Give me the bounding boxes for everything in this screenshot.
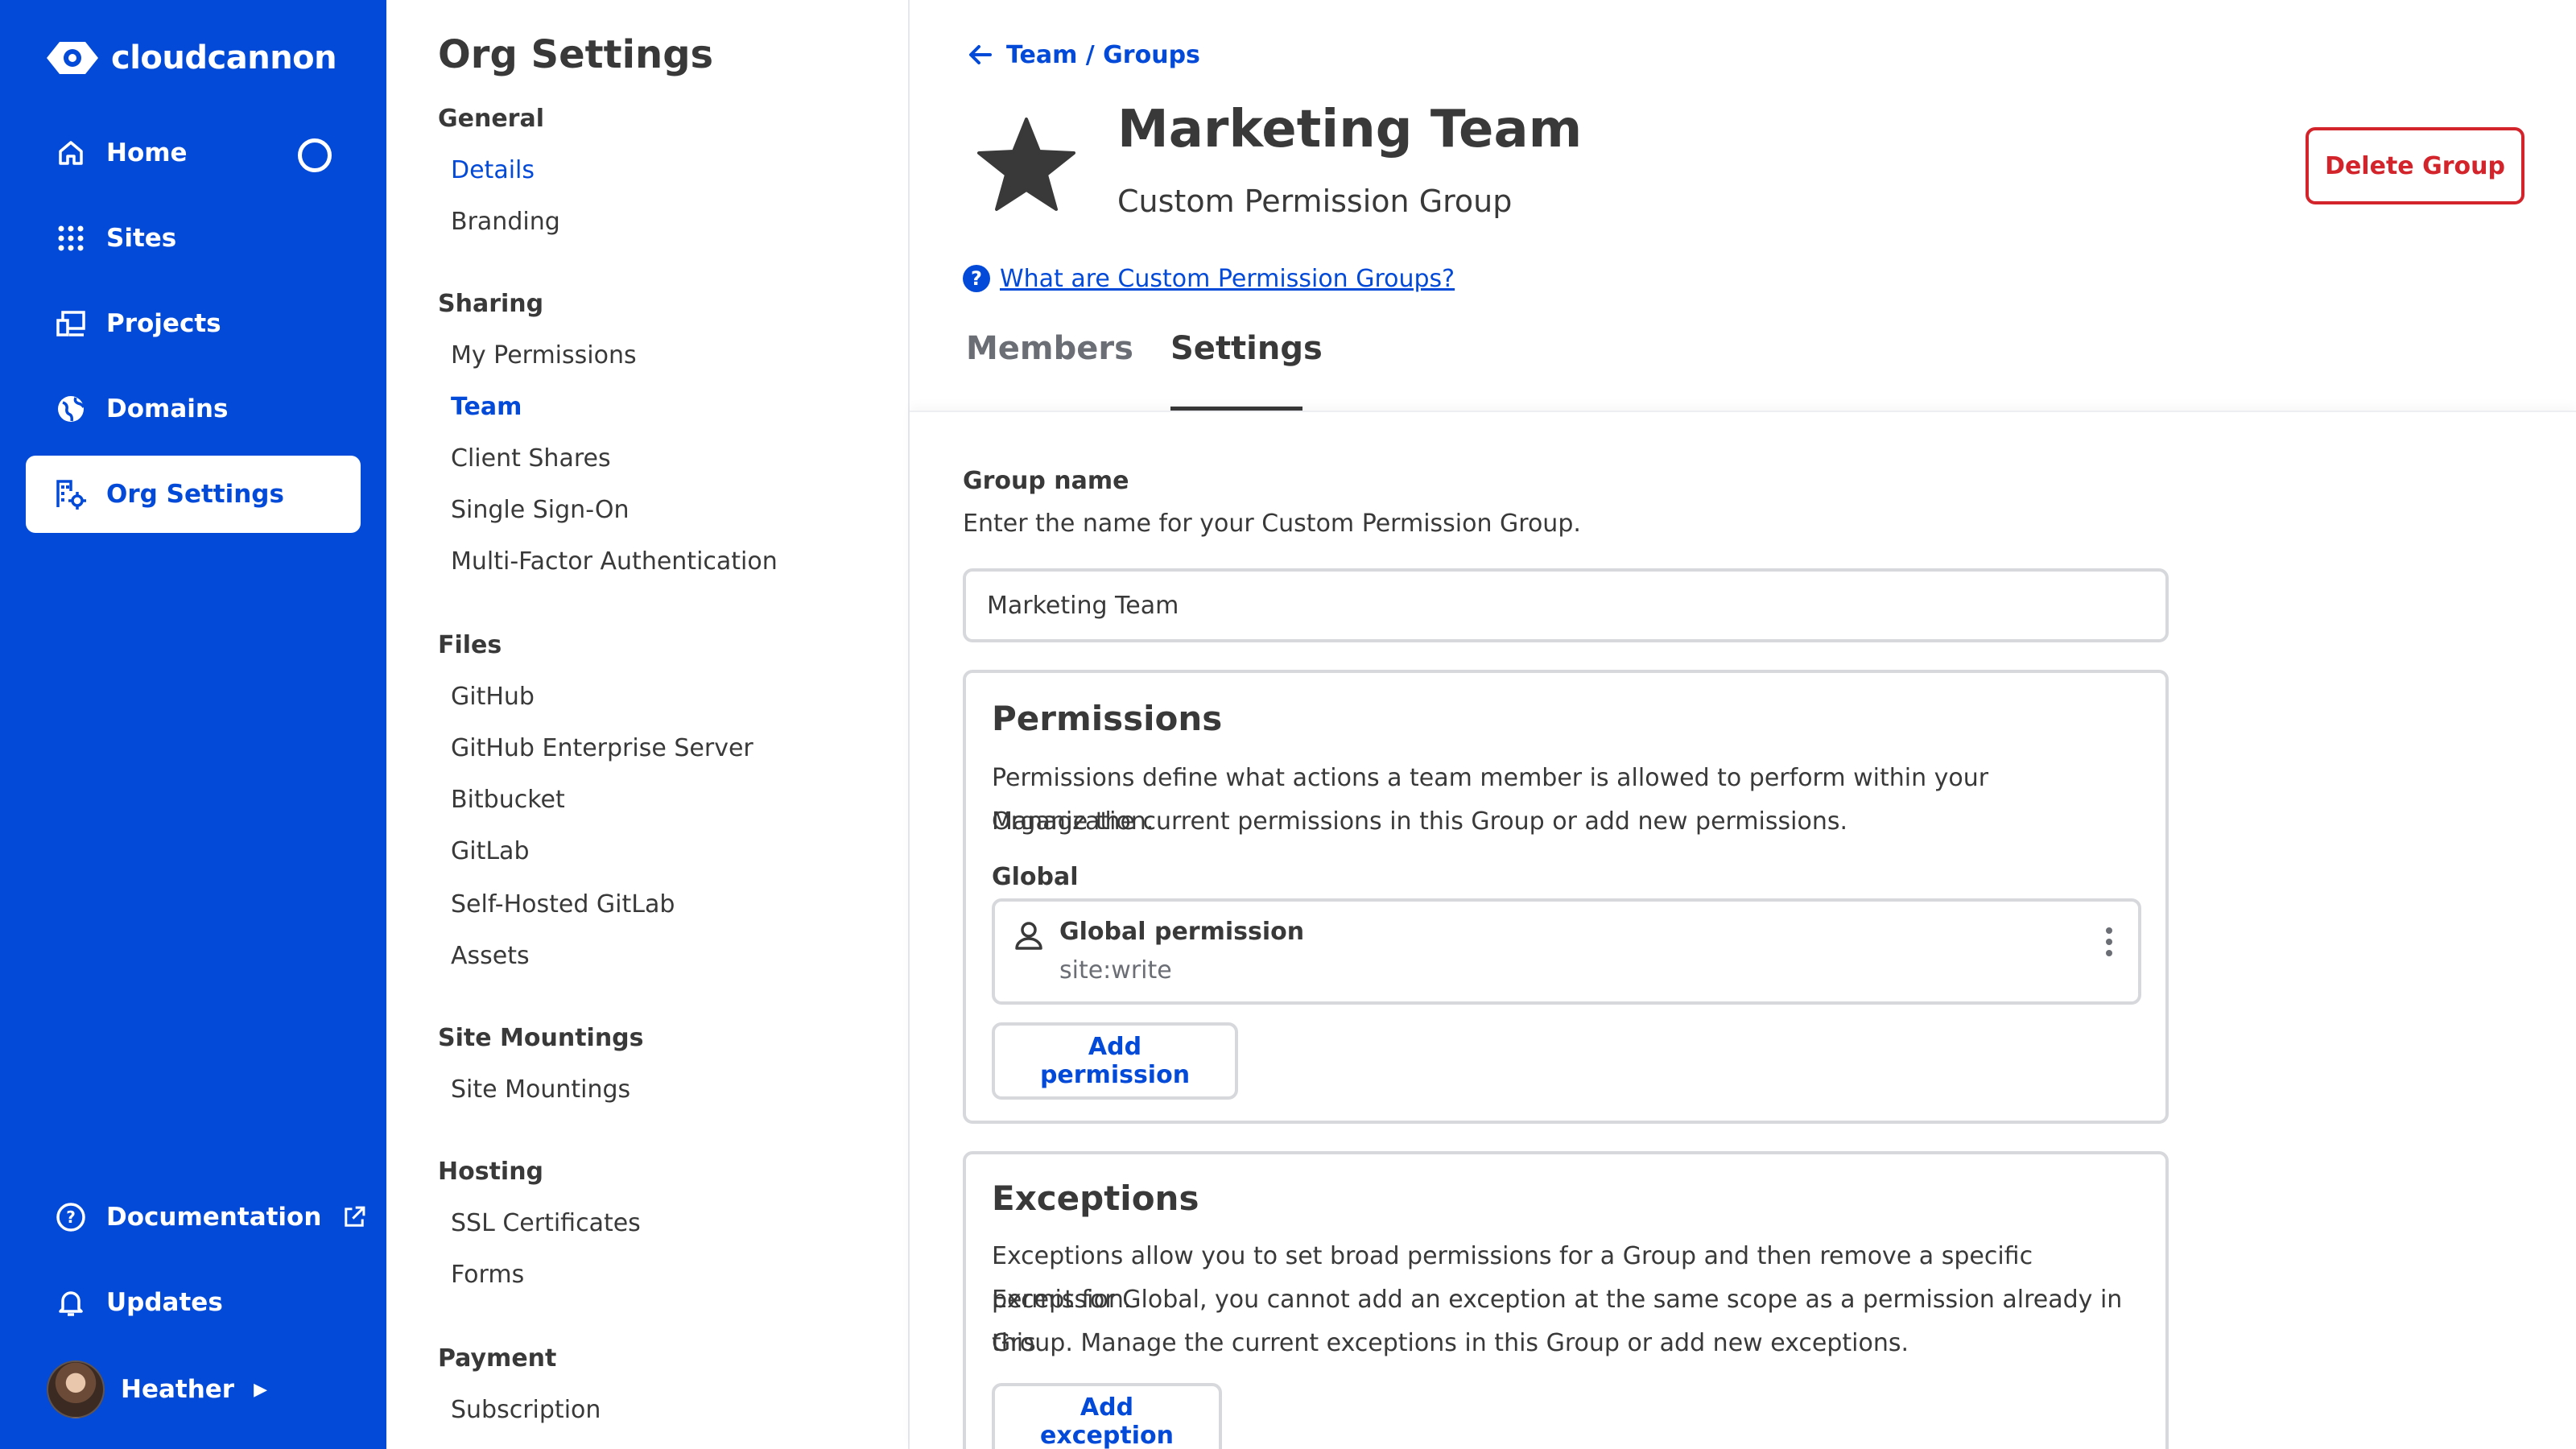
section-heading-payment: Payment <box>438 1344 557 1373</box>
nav-label: Sites <box>106 224 177 253</box>
svg-text:?: ? <box>66 1208 76 1227</box>
group-subtitle: Custom Permission Group <box>1117 184 1513 219</box>
settings-panel: Group name Enter the name for your Custo… <box>910 411 2576 1449</box>
avatar <box>47 1360 105 1418</box>
section-heading-files: Files <box>438 631 502 659</box>
nav-label: Home <box>106 138 188 167</box>
exceptions-title: Exceptions <box>992 1179 1199 1218</box>
kebab-menu-icon[interactable] <box>2104 926 2114 958</box>
tab-members[interactable]: Members <box>966 330 1133 411</box>
nav-label: Projects <box>106 309 221 338</box>
settings-link-ssl-certificates[interactable]: SSL Certificates <box>451 1209 641 1237</box>
settings-link-details[interactable]: Details <box>451 156 535 184</box>
cloudcannon-logo[interactable]: cloudcannon <box>45 35 337 80</box>
settings-link-assets[interactable]: Assets <box>451 942 530 970</box>
cloudcannon-logo-icon <box>47 42 98 74</box>
caret-right-icon: ▶ <box>254 1379 268 1400</box>
nav-label: Documentation <box>106 1203 322 1232</box>
permission-scope: site:write <box>1059 956 1172 985</box>
tab-settings[interactable]: Settings <box>1170 330 1323 411</box>
breadcrumb[interactable]: Team / Groups <box>966 37 1200 72</box>
settings-link-client-shares[interactable]: Client Shares <box>451 444 611 473</box>
nav-item-domains[interactable]: Domains <box>26 370 361 448</box>
settings-link-single-sign-on[interactable]: Single Sign-On <box>451 496 629 524</box>
settings-link-gitlab[interactable]: GitLab <box>451 837 530 865</box>
help-link-label: What are Custom Permission Groups? <box>1000 264 1455 293</box>
permissions-title: Permissions <box>992 699 1223 738</box>
settings-link-mfa[interactable]: Multi-Factor Authentication <box>451 547 778 576</box>
group-title: Marketing Team <box>1117 100 1583 159</box>
star-icon <box>977 118 1075 211</box>
group-name-help: Enter the name for your Custom Permissio… <box>963 510 1581 538</box>
section-heading-site-mountings: Site Mountings <box>438 1024 644 1052</box>
exceptions-description-line3: Group. Manage the current exceptions in … <box>992 1329 1909 1357</box>
question-icon: ? <box>963 265 990 292</box>
settings-link-self-hosted-gitlab[interactable]: Self-Hosted GitLab <box>451 890 675 919</box>
settings-title: Org Settings <box>438 32 714 77</box>
help-link[interactable]: ? What are Custom Permission Groups? <box>963 261 1455 296</box>
nav-item-updates[interactable]: Updates <box>26 1264 361 1341</box>
nav-label: Updates <box>106 1288 223 1317</box>
settings-link-github-enterprise[interactable]: GitHub Enterprise Server <box>451 734 753 762</box>
global-heading: Global <box>992 863 1079 891</box>
nav-item-sites[interactable]: Sites <box>26 200 361 277</box>
brand-name: cloudcannon <box>111 39 337 76</box>
settings-link-bitbucket[interactable]: Bitbucket <box>451 786 565 814</box>
section-heading-hosting: Hosting <box>438 1158 544 1186</box>
nav-label: Org Settings <box>106 480 284 509</box>
org-settings-icon <box>56 480 86 510</box>
permission-row: Global permission site:write <box>992 898 2141 1005</box>
group-name-input[interactable] <box>963 568 2169 642</box>
loading-ring-icon <box>298 138 332 172</box>
add-exception-button[interactable]: Add exception <box>992 1383 1222 1449</box>
settings-link-team[interactable]: Team <box>451 393 522 421</box>
grid-icon <box>58 225 84 251</box>
external-link-icon <box>345 1206 365 1227</box>
permission-name: Global permission <box>1059 918 1305 946</box>
nav-label: Domains <box>106 394 229 423</box>
primary-sidebar: cloudcannon Home Sites Projects Domains … <box>0 0 386 1449</box>
user-name: Heather <box>121 1375 235 1404</box>
permissions-card: Permissions Permissions define what acti… <box>963 670 2169 1124</box>
settings-link-my-permissions[interactable]: My Permissions <box>451 341 637 369</box>
settings-link-subscription[interactable]: Subscription <box>451 1396 601 1424</box>
add-permission-button[interactable]: Add permission <box>992 1022 1238 1100</box>
group-name-label: Group name <box>963 467 1129 495</box>
nav-item-documentation[interactable]: ? Documentation <box>26 1179 365 1256</box>
settings-link-forms[interactable]: Forms <box>451 1261 524 1289</box>
settings-link-github[interactable]: GitHub <box>451 683 535 711</box>
nav-item-projects[interactable]: Projects <box>26 285 361 362</box>
settings-sidebar: Org Settings General Details Branding Sh… <box>386 0 910 1449</box>
section-heading-sharing: Sharing <box>438 290 544 318</box>
home-icon <box>59 141 83 165</box>
nav-item-org-settings[interactable]: Org Settings <box>26 456 361 533</box>
permissions-description-line2: Manage the current permissions in this G… <box>992 807 1848 836</box>
delete-group-button[interactable]: Delete Group <box>2306 127 2524 204</box>
main-content: Team / Groups Marketing Team Custom Perm… <box>910 0 2576 1449</box>
bell-icon <box>59 1291 83 1316</box>
section-heading-general: General <box>438 105 544 133</box>
settings-link-site-mountings[interactable]: Site Mountings <box>451 1075 630 1104</box>
globe-icon <box>58 396 85 422</box>
settings-link-branding[interactable]: Branding <box>451 208 560 236</box>
devices-icon <box>56 311 85 336</box>
person-icon <box>1015 922 1042 950</box>
exceptions-card: Exceptions Exceptions allow you to set b… <box>963 1151 2169 1449</box>
breadcrumb-label: Team / Groups <box>1006 40 1200 69</box>
arrow-left-icon <box>969 45 992 64</box>
help-circle-icon: ? <box>56 1203 85 1232</box>
user-menu[interactable]: Heather ▶ <box>47 1360 267 1418</box>
